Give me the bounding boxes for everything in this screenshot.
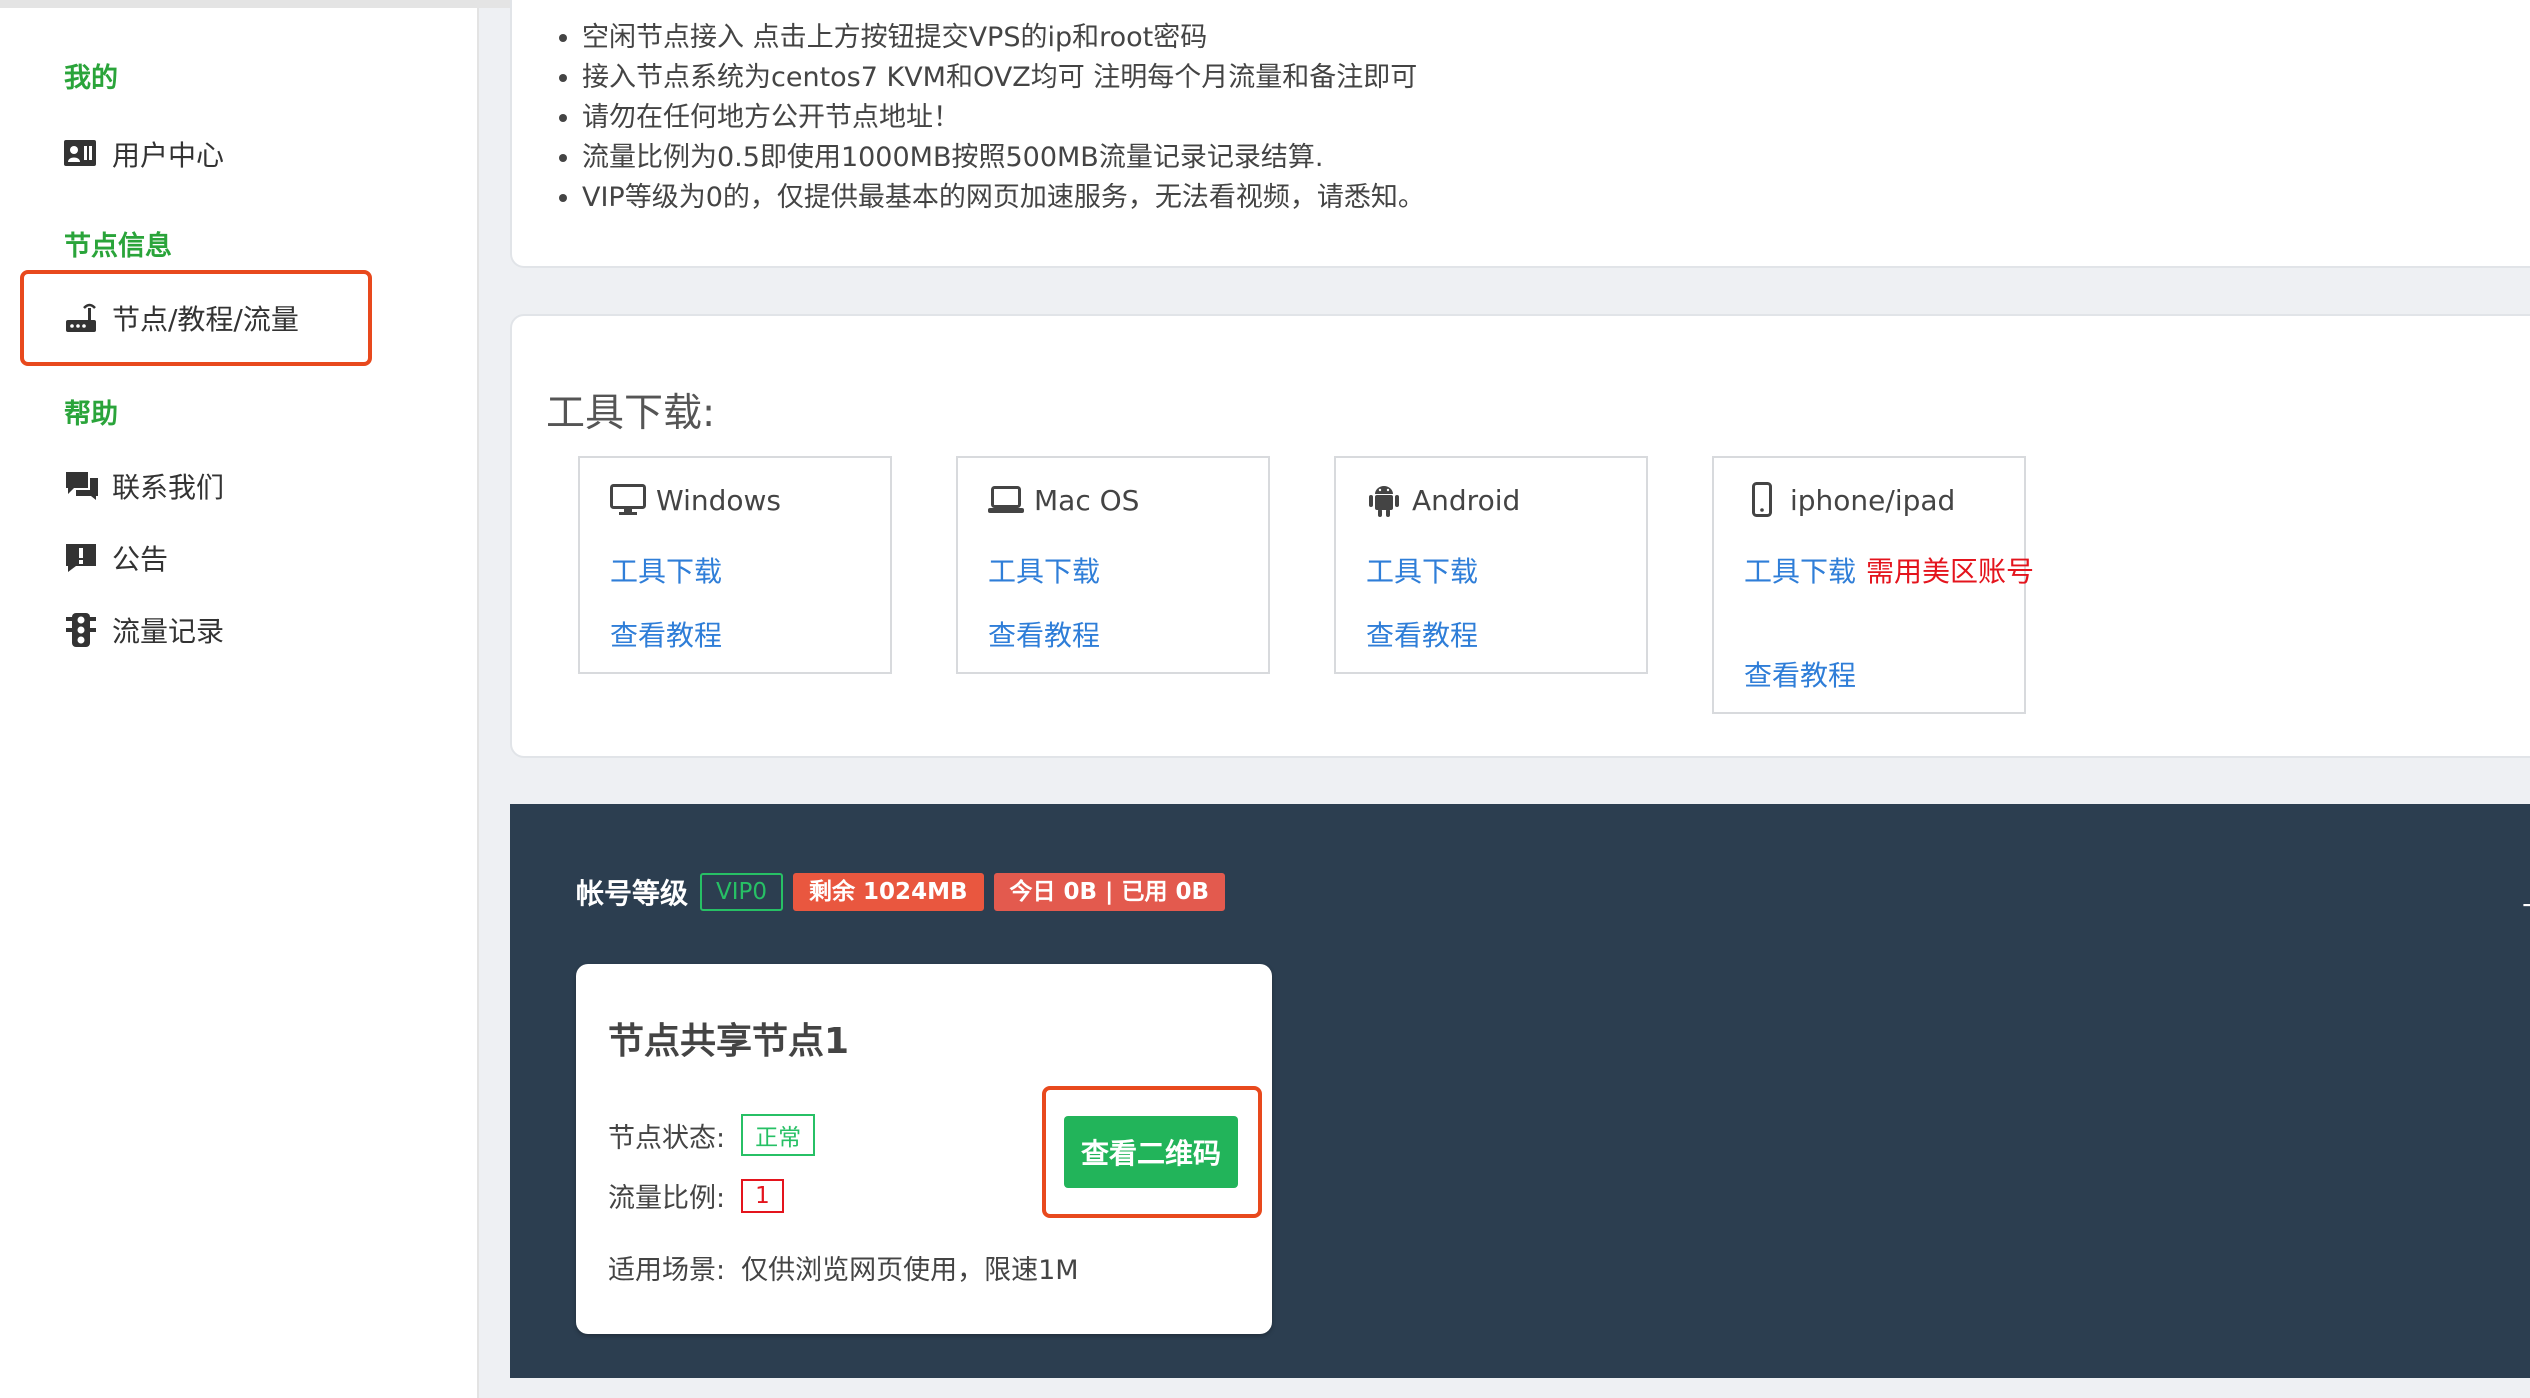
monitor-icon xyxy=(610,482,648,518)
node-ratio-badge: 1 xyxy=(741,1178,784,1213)
sidebar-item-announcement[interactable]: 公告 xyxy=(64,534,168,582)
iphone-tutorial-link[interactable]: 查看教程 xyxy=(1744,654,1856,694)
macos-download-link[interactable]: 工具下载 xyxy=(988,550,1100,590)
account-section: 帐号等级 VIP0 剩余 1024MB 今日 0B | 已用 0B 上 节点共享… xyxy=(510,804,2530,1378)
highlight-box-sidebar xyxy=(20,270,372,366)
notice-item: VIP等级为0的，仅提供最基本的网页加速服务，无法看视频，请悉知。 xyxy=(582,178,1425,218)
iphone-download-link[interactable]: 工具下载 xyxy=(1744,550,1856,590)
tools-panel: 工具下载: Windows 工具下载 查看教程 Mac OS 工具下载 查看教程… xyxy=(510,314,2530,758)
node-status-badge: 正常 xyxy=(741,1114,816,1156)
node-ratio-label: 流量比例: xyxy=(608,1183,726,1214)
account-level-label: 帐号等级 xyxy=(576,877,689,910)
sidebar-heading-node: 节点信息 xyxy=(64,231,172,262)
windows-download-link[interactable]: 工具下载 xyxy=(610,550,722,590)
sidebar-item-label: 用户中心 xyxy=(112,139,225,172)
tool-card-header: Android xyxy=(1366,482,1520,518)
notice-item: 请勿在任何地方公开节点地址！ xyxy=(582,98,1425,138)
sidebar-item-user-center[interactable]: 用户中心 xyxy=(64,130,224,178)
node-status-label: 节点状态: xyxy=(608,1122,726,1154)
android-tutorial-link[interactable]: 查看教程 xyxy=(1366,614,1478,654)
tool-card-macos: Mac OS 工具下载 查看教程 xyxy=(956,456,1270,674)
tool-name: Mac OS xyxy=(1034,483,1140,517)
node-scene-row: 适用场景: 仅供浏览网页使用，限速1M xyxy=(608,1248,1079,1287)
sidebar-heading-help: 帮助 xyxy=(64,399,118,430)
iphone-region-note: 需用美区账号 xyxy=(1866,555,2035,588)
tool-name: Windows xyxy=(656,483,781,517)
chat-bubbles-icon xyxy=(64,468,104,504)
tool-name: iphone/ipad xyxy=(1790,483,1956,517)
node-ratio-row: 流量比例: 1 xyxy=(608,1176,784,1215)
sidebar: 我的 用户中心 节点信息 节点/教程/流量 帮助 联系我们 公告 流量记录 xyxy=(0,8,479,1398)
sidebar-item-traffic-log[interactable]: 流量记录 xyxy=(64,606,224,654)
node-scene-label: 适用场景: xyxy=(608,1255,726,1286)
android-download-link[interactable]: 工具下载 xyxy=(1366,550,1478,590)
laptop-icon xyxy=(988,482,1026,518)
traffic-light-icon xyxy=(64,612,104,648)
tool-card-header: iphone/ipad xyxy=(1744,482,1955,518)
vip-badge: VIP0 xyxy=(700,873,784,911)
node-status-row: 节点状态: 正常 xyxy=(608,1114,816,1156)
notice-item: 接入节点系统为centos7 KVM和OVZ均可 注明每个月流量和备注即可 xyxy=(582,58,1425,98)
mobile-phone-icon xyxy=(1744,482,1782,518)
truncated-right-text: 上 xyxy=(2522,874,2530,914)
id-card-icon xyxy=(64,136,104,172)
node-scene-value: 仅供浏览网页使用，限速1M xyxy=(741,1255,1079,1286)
remaining-traffic-badge: 剩余 1024MB xyxy=(793,873,984,911)
sidebar-item-contact[interactable]: 联系我们 xyxy=(64,462,224,510)
macos-tutorial-link[interactable]: 查看教程 xyxy=(988,614,1100,654)
highlight-box-qr-button xyxy=(1042,1086,1262,1218)
notice-list: 空闲节点接入 点击上方按钮提交VPS的ip和root密码 接入节点系统为cent… xyxy=(582,18,1425,218)
tool-card-android: Android 工具下载 查看教程 xyxy=(1334,456,1648,674)
usage-badge: 今日 0B | 已用 0B xyxy=(993,873,1225,911)
tools-title: 工具下载: xyxy=(546,391,716,436)
alert-message-icon xyxy=(64,540,104,576)
sidebar-item-label: 流量记录 xyxy=(112,615,225,648)
node-title: 节点共享节点1 xyxy=(608,1021,850,1062)
notice-item: 空闲节点接入 点击上方按钮提交VPS的ip和root密码 xyxy=(582,18,1425,58)
tool-name: Android xyxy=(1412,483,1521,517)
tool-card-windows: Windows 工具下载 查看教程 xyxy=(578,456,892,674)
notice-item: 流量比例为0.5即使用1000MB按照500MB流量记录记录结算. xyxy=(582,138,1425,178)
notice-panel: 空闲节点接入 点击上方按钮提交VPS的ip和root密码 接入节点系统为cent… xyxy=(510,0,2530,268)
sidebar-heading-mine: 我的 xyxy=(64,63,118,94)
tool-card-iphone: iphone/ipad 工具下载 需用美区账号 查看教程 xyxy=(1712,456,2034,714)
account-level-row: 帐号等级 VIP0 剩余 1024MB 今日 0B | 已用 0B xyxy=(576,872,1235,912)
tool-card-header: Mac OS xyxy=(988,482,1139,518)
sidebar-item-label: 联系我们 xyxy=(112,471,225,504)
android-icon xyxy=(1366,482,1404,518)
tool-card-header: Windows xyxy=(610,482,781,518)
sidebar-item-label: 公告 xyxy=(112,543,169,576)
windows-tutorial-link[interactable]: 查看教程 xyxy=(610,614,722,654)
